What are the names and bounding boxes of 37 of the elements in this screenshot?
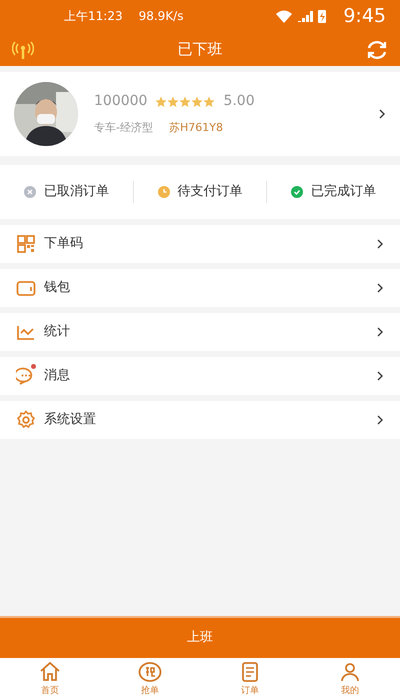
home-icon [38,660,62,684]
star-icon [155,96,168,108]
qr-code-icon [16,234,36,254]
order-status-tab[interactable]: 已完成订单 [266,181,400,203]
clock: 9:45 [343,4,386,29]
refresh-icon[interactable] [366,40,388,60]
chevron-right-icon [376,282,384,294]
order-status-tab[interactable]: 待支付订单 [132,181,266,203]
menu-item[interactable]: 统计 [0,313,400,351]
chevron-right-icon [378,108,386,120]
battery-icon [317,8,328,24]
menu-item[interactable]: 消息 [0,357,400,395]
menu-item[interactable]: 下单码 [0,225,400,263]
star-icon [203,96,216,108]
chevron-right-icon [376,370,384,382]
chevron-right-icon [376,238,384,250]
signal-tower-icon [12,40,34,59]
car-type: 专车-经济型 [94,120,153,136]
driver-id: 100000 [94,92,148,112]
license-plate: 苏H761Y8 [168,120,223,136]
menu-item[interactable]: 系统设置 [0,401,400,439]
chevron-right-icon [376,414,384,426]
star-icon [191,96,204,108]
grab-order-icon [138,660,162,684]
page-title: 已下班 [178,38,222,60]
settings-icon [16,410,36,430]
menu-item[interactable]: 钱包 [0,269,400,307]
status-time: 上午11:23 [64,8,123,25]
signal-icon [297,10,314,22]
rating-value: 5.00 [223,92,255,112]
wifi-icon [275,9,294,23]
wallet-icon [16,278,36,298]
order-status-tab[interactable]: 已取消订单 [0,181,133,203]
star-icon [167,96,180,108]
network-speed: 98.9K/s [138,8,184,25]
star-icon [179,96,192,108]
chevron-right-icon [376,326,384,338]
